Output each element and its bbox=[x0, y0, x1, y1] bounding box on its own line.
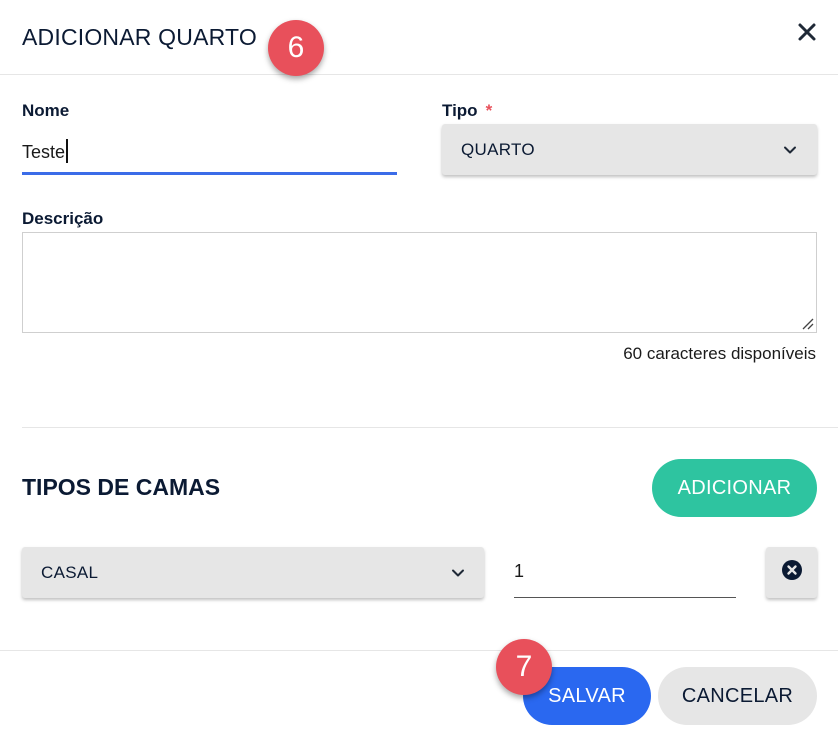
dialog-title: ADICIONAR QUARTO bbox=[22, 24, 257, 50]
remove-circle-icon bbox=[781, 559, 803, 586]
name-field[interactable]: Teste bbox=[22, 130, 397, 175]
bed-quantity-field[interactable]: 1 bbox=[514, 553, 736, 598]
step-marker-7: 7 bbox=[496, 639, 552, 695]
dialog-header: ADICIONAR QUARTO bbox=[0, 0, 838, 75]
close-icon[interactable] bbox=[795, 20, 819, 44]
required-mark: * bbox=[485, 101, 493, 120]
add-bed-button[interactable]: ADICIONAR bbox=[652, 459, 817, 517]
chevron-down-icon bbox=[450, 565, 466, 581]
footer-divider bbox=[0, 650, 838, 651]
name-label: Nome bbox=[22, 101, 70, 120]
character-counter: 60 caracteres disponíveis bbox=[623, 344, 816, 363]
type-label: Tipo * bbox=[442, 101, 493, 120]
remove-bed-button[interactable] bbox=[766, 547, 817, 598]
text-caret bbox=[66, 139, 69, 163]
bed-type-value: CASAL bbox=[41, 562, 99, 582]
type-select-value: QUARTO bbox=[461, 139, 535, 159]
bed-type-select[interactable]: CASAL bbox=[22, 547, 484, 598]
name-value: Teste bbox=[22, 139, 69, 163]
cancel-button[interactable]: CANCELAR bbox=[658, 667, 817, 725]
bed-types-title: TIPOS DE CAMAS bbox=[22, 474, 221, 500]
bed-quantity-value: 1 bbox=[514, 561, 525, 581]
type-select[interactable]: QUARTO bbox=[442, 124, 817, 175]
description-label: Descrição bbox=[22, 209, 104, 228]
description-textarea[interactable] bbox=[22, 232, 817, 333]
step-marker-6: 6 bbox=[268, 20, 324, 76]
section-divider bbox=[22, 427, 838, 428]
chevron-down-icon bbox=[782, 142, 798, 158]
resize-grip-icon[interactable] bbox=[800, 316, 814, 330]
